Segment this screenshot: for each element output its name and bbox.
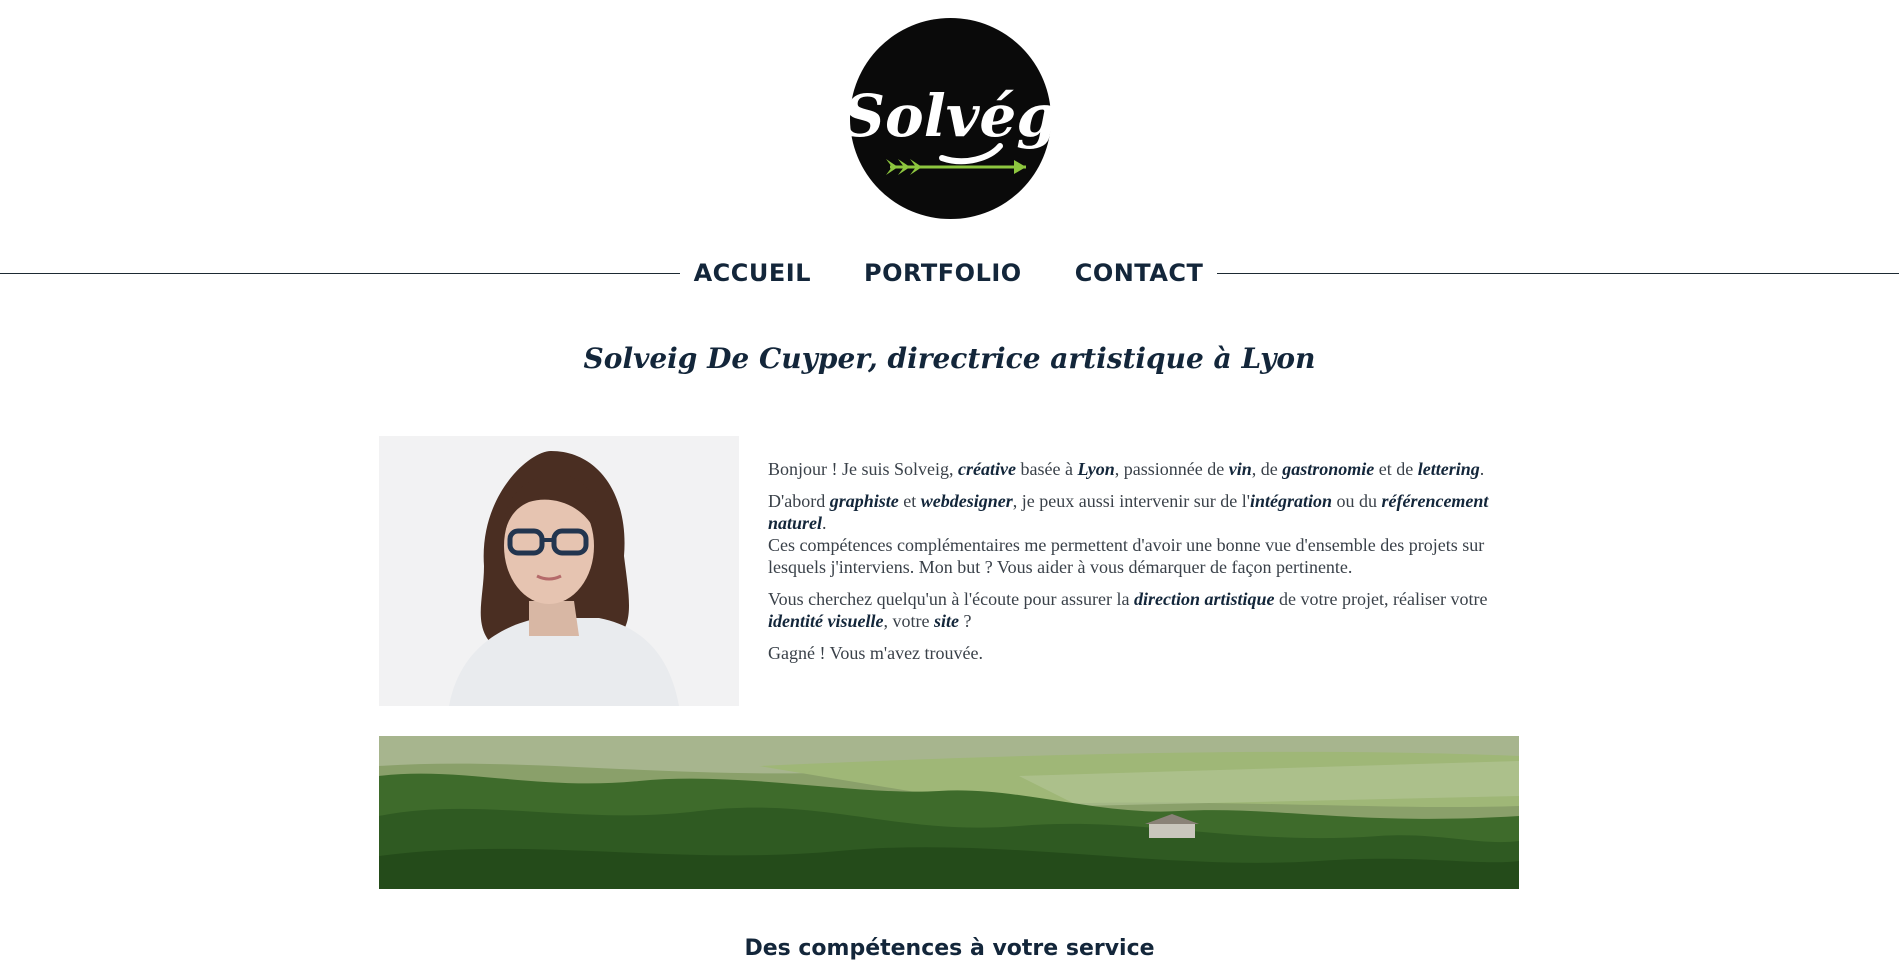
intro-paragraph-1: Bonjour ! Je suis Solveig, créative basé…: [768, 459, 1485, 479]
intro-paragraph-5: Gagné ! Vous m'avez trouvée.: [768, 643, 984, 663]
logo-graphic: Solvég: [850, 18, 1051, 219]
intro-paragraph-3: Ces compétences complémentaires me perme…: [768, 535, 1485, 577]
section-title: Des compétences à votre service: [744, 936, 1155, 961]
intro-paragraph-2: D'abord graphiste et webdesigner, je peu…: [768, 491, 1489, 533]
nav-divider-left: [0, 273, 680, 274]
page-title: Solveig De Cuyper, directrice artistique…: [583, 342, 1316, 375]
nav-divider-right: [1217, 273, 1899, 274]
nav-portfolio[interactable]: PORTFOLIO: [864, 259, 1022, 287]
nav-accueil[interactable]: ACCUEIL: [694, 259, 811, 287]
vineyard-banner: [379, 736, 1519, 889]
site-logo[interactable]: Solvég: [850, 18, 1051, 219]
nav-contact[interactable]: CONTACT: [1075, 259, 1204, 287]
logo-lettering: Solvég: [850, 82, 1051, 150]
intro-paragraph-4: Vous cherchez quelqu'un à l'écoute pour …: [768, 589, 1488, 631]
main-nav: ACCUEIL PORTFOLIO CONTACT: [680, 254, 1217, 292]
portrait-photo: [379, 436, 739, 706]
intro-text: Bonjour ! Je suis Solveig, créative basé…: [768, 458, 1503, 674]
